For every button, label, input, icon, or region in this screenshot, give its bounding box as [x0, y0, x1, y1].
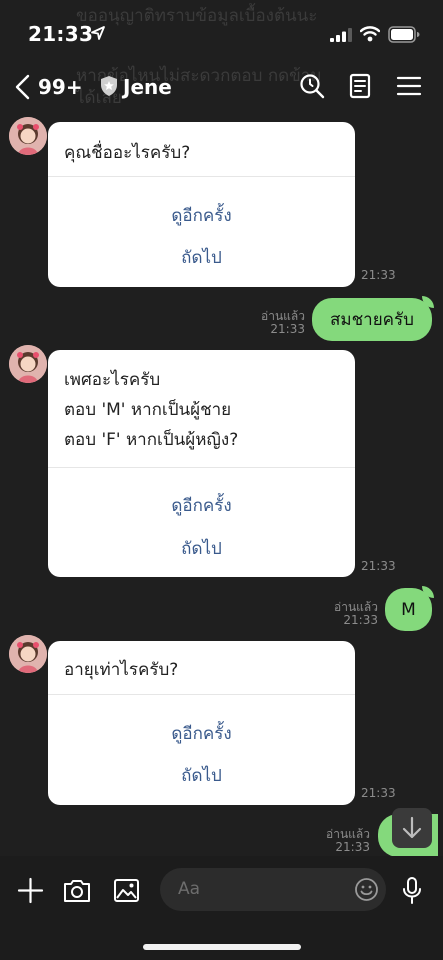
user-reply-bubble[interactable]: M — [385, 588, 432, 631]
user-reply-bubble[interactable]: สมชายครับ — [312, 298, 432, 341]
avatar[interactable] — [9, 117, 47, 155]
question-text: ตอบ 'M' หากเป็นผู้ชาย — [64, 400, 232, 420]
message-time: 21:33 — [361, 786, 396, 800]
image-icon[interactable] — [113, 878, 140, 903]
reply-time: 21:33 — [335, 840, 370, 854]
avatar-girl-icon — [9, 345, 47, 383]
notes-icon[interactable] — [346, 72, 374, 100]
retry-button[interactable]: ดูอีกครั้ง — [48, 492, 355, 519]
unread-count[interactable]: 99+ — [38, 75, 83, 99]
avatar-girl-icon — [9, 117, 47, 155]
question-card: อายุเท่าไรครับ? ดูอีกครั้ง ถัดไป — [48, 641, 355, 805]
avatar[interactable] — [9, 345, 47, 383]
message-input[interactable]: Aa — [160, 868, 386, 911]
home-indicator — [143, 944, 301, 950]
input-placeholder: Aa — [178, 879, 201, 899]
chat-header: 99+ Jene — [0, 62, 443, 112]
emoji-icon[interactable] — [354, 877, 379, 902]
question-text: เพศอะไรครับ — [64, 370, 161, 390]
question-text: คุณชื่ออะไรครับ? — [64, 143, 191, 163]
wifi-icon — [360, 26, 380, 42]
question-card: คุณชื่ออะไรครับ? ดูอีกครั้ง ถัดไป — [48, 122, 355, 287]
reply-time: 21:33 — [343, 613, 378, 627]
avatar-girl-icon — [9, 635, 47, 673]
battery-icon — [388, 26, 420, 43]
reply-time: 21:33 — [270, 322, 305, 336]
background-message-text: ขออนุญาติทราบข้อมูลเบื้องต้นนะ — [76, 6, 318, 26]
question-text: อายุเท่าไรครับ? — [64, 660, 179, 680]
card-divider — [48, 694, 355, 695]
retry-button[interactable]: ดูอีกครั้ง — [48, 202, 355, 229]
retry-button[interactable]: ดูอีกครั้ง — [48, 720, 355, 747]
question-text: ตอบ 'F' หากเป็นผู้หญิง? — [64, 430, 239, 450]
next-button[interactable]: ถัดไป — [48, 762, 355, 789]
chat-title: Jene — [123, 75, 172, 99]
arrow-down-icon — [402, 816, 422, 839]
message-input-bar: Aa — [0, 856, 443, 960]
mic-icon[interactable] — [402, 876, 422, 905]
signal-icon — [330, 28, 352, 42]
avatar[interactable] — [9, 635, 47, 673]
message-time: 21:33 — [361, 268, 396, 282]
camera-icon[interactable] — [63, 878, 91, 903]
question-card: เพศอะไรครับ ตอบ 'M' หากเป็นผู้ชาย ตอบ 'F… — [48, 350, 355, 577]
back-chevron-icon[interactable] — [14, 74, 32, 100]
next-button[interactable]: ถัดไป — [48, 535, 355, 562]
search-icon[interactable] — [298, 72, 326, 100]
card-divider — [48, 176, 355, 177]
scroll-down-button[interactable] — [392, 808, 432, 848]
plus-icon[interactable] — [17, 877, 44, 904]
menu-icon[interactable] — [395, 72, 423, 100]
next-button[interactable]: ถัดไป — [48, 244, 355, 271]
message-time: 21:33 — [361, 559, 396, 573]
card-divider — [48, 467, 355, 468]
shield-icon — [101, 76, 117, 96]
